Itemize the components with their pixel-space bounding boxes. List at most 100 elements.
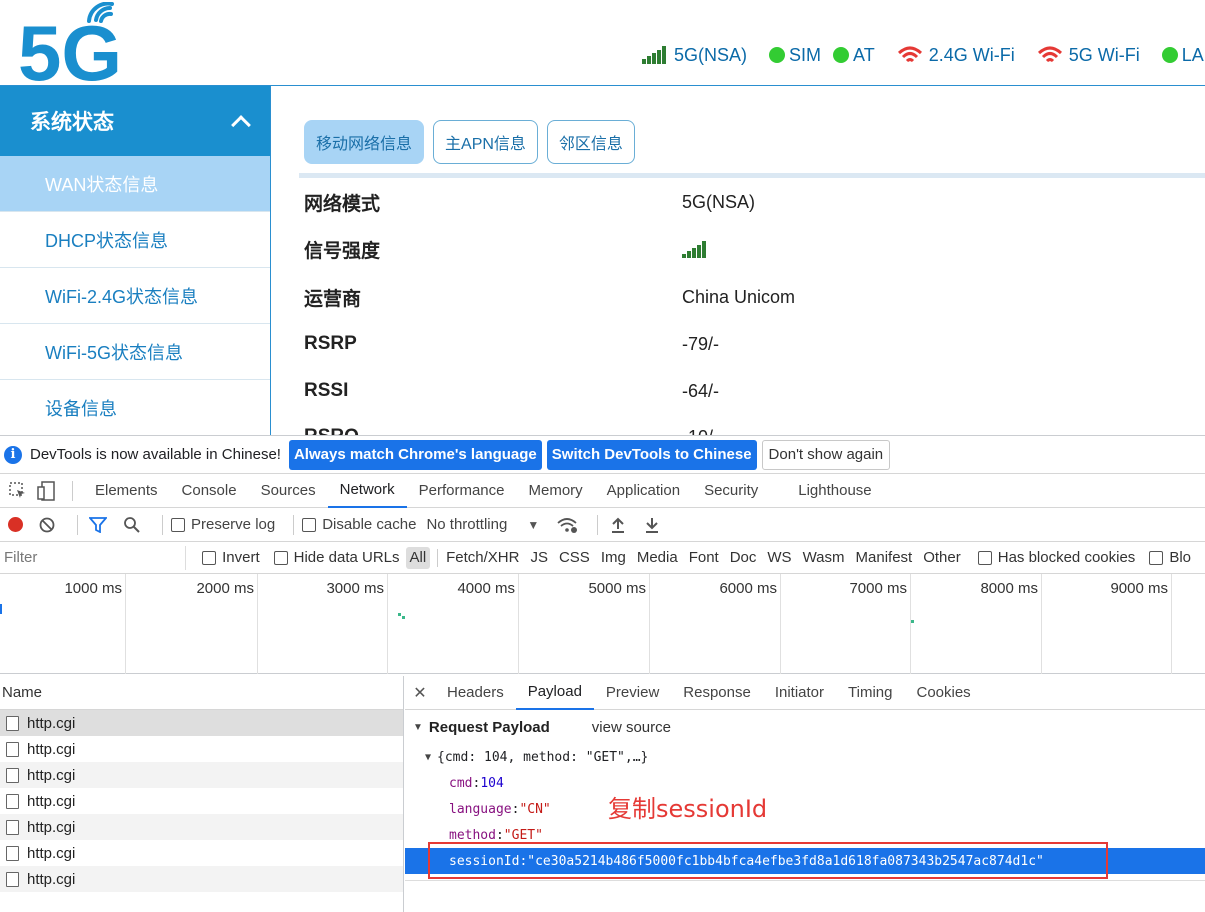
router-header: 5G 5G(NSA) SIM AT 2.4G Wi-Fi 5G Wi-Fi LA — [0, 0, 1205, 86]
filter-type-img[interactable]: Img — [597, 547, 630, 569]
payload-row-cmd[interactable]: cmd: 104 — [405, 770, 504, 796]
sidebar-item-wifi-5g-status[interactable]: WiFi-5G状态信息 — [0, 324, 270, 380]
filter-type-wasm[interactable]: Wasm — [799, 547, 849, 569]
request-name: http.cgi — [27, 870, 76, 888]
tab-main-apn-info[interactable]: 主APN信息 — [433, 120, 538, 164]
timeline-column: 2000 ms — [126, 574, 258, 674]
hide-data-urls-checkbox[interactable]: Hide data URLs — [273, 549, 400, 566]
expand-triangle-icon[interactable]: ▼ — [425, 752, 431, 763]
timeline-request-mark — [911, 620, 914, 623]
sidebar-item-wifi-24g-status[interactable]: WiFi-2.4G状态信息 — [0, 268, 270, 324]
tab-preview[interactable]: Preview — [594, 676, 671, 710]
tab-neighbor-cell-info[interactable]: 邻区信息 — [546, 120, 635, 164]
import-har-icon[interactable] — [606, 513, 630, 537]
router-page: 5G 5G(NSA) SIM AT 2.4G Wi-Fi 5G Wi-Fi LA… — [0, 0, 1205, 435]
filter-type-font[interactable]: Font — [685, 547, 723, 569]
filter-type-fetch-xhr[interactable]: Fetch/XHR — [442, 547, 523, 569]
sidebar-item-device-info[interactable]: 设备信息 — [0, 380, 270, 435]
tab-performance[interactable]: Performance — [407, 474, 517, 508]
chevron-up-icon[interactable] — [231, 115, 251, 135]
info-row-carrier: 运营商 China Unicom — [304, 282, 795, 312]
wifi-5g-status: 5G Wi-Fi — [1068, 44, 1140, 65]
timeline-column: 1000 ms — [0, 574, 126, 674]
divider — [162, 514, 163, 535]
tab-elements[interactable]: Elements — [83, 474, 170, 508]
request-row[interactable]: http.cgi — [0, 736, 403, 762]
search-icon[interactable] — [120, 513, 144, 537]
sidebar-item-dhcp-status[interactable]: DHCP状态信息 — [0, 212, 270, 268]
always-match-language-button[interactable]: Always match Chrome's language — [288, 439, 542, 470]
payload-row-language[interactable]: language: "CN" — [405, 796, 551, 822]
payload-object-summary[interactable]: ▼ {cmd: 104, method: "GET",…} — [405, 744, 648, 770]
payload-colon: : — [511, 801, 520, 817]
view-source-link[interactable]: view source — [592, 719, 671, 736]
tab-application[interactable]: Application — [595, 474, 692, 508]
tab-timing[interactable]: Timing — [836, 676, 904, 710]
request-payload-section[interactable]: ▼ Request Payload view source — [405, 710, 1205, 744]
timeline-tick: 4000 ms — [457, 580, 515, 597]
switch-to-chinese-button[interactable]: Switch DevTools to Chinese — [546, 439, 757, 470]
request-row[interactable]: http.cgi — [0, 814, 403, 840]
tab-payload[interactable]: Payload — [515, 676, 594, 710]
tab-initiator[interactable]: Initiator — [763, 676, 836, 710]
tab-network[interactable]: Network — [327, 474, 407, 508]
file-icon — [6, 819, 19, 835]
at-status: AT — [853, 44, 875, 65]
timeline-tick: 2000 ms — [196, 580, 254, 597]
device-toolbar-icon[interactable] — [36, 480, 56, 501]
tab-cookies[interactable]: Cookies — [904, 676, 982, 710]
network-conditions-icon[interactable] — [555, 513, 579, 537]
inspect-element-icon[interactable] — [8, 481, 28, 501]
tab-sources[interactable]: Sources — [249, 474, 328, 508]
clear-icon[interactable] — [35, 513, 59, 537]
tab-console[interactable]: Console — [170, 474, 249, 508]
filter-type-all[interactable]: All — [405, 546, 431, 569]
dont-show-again-button[interactable]: Don't show again — [761, 439, 891, 470]
filter-type-ws[interactable]: WS — [763, 547, 795, 569]
filter-type-manifest[interactable]: Manifest — [852, 547, 917, 569]
record-icon[interactable] — [8, 517, 23, 532]
tab-headers[interactable]: Headers — [435, 676, 516, 710]
filter-icon[interactable] — [86, 513, 110, 537]
filter-type-js[interactable]: JS — [526, 547, 552, 569]
tab-security[interactable]: Security — [692, 474, 770, 508]
request-detail-tabs: ✕ Headers Payload Preview Response Initi… — [405, 676, 1205, 710]
disable-cache-checkbox[interactable]: Disable cache — [302, 516, 416, 533]
has-blocked-cookies-checkbox[interactable]: Has blocked cookies — [977, 549, 1135, 566]
blocked-requests-checkbox[interactable]: Blo — [1149, 549, 1191, 566]
throttling-select[interactable]: No throttling ▼ — [426, 516, 555, 533]
request-row[interactable]: http.cgi — [0, 710, 403, 736]
timeline-column: 7000 ms — [781, 574, 911, 674]
filter-type-css[interactable]: CSS — [555, 547, 594, 569]
info-row-network-mode: 网络模式 5G(NSA) — [304, 187, 755, 217]
info-row-rsrq: RSRQ -10/- — [304, 422, 719, 435]
sidebar-section-system-status[interactable]: 系统状态 — [0, 86, 270, 156]
timeline-tick: 7000 ms — [849, 580, 907, 597]
filter-type-media[interactable]: Media — [633, 547, 682, 569]
request-row[interactable]: http.cgi — [0, 762, 403, 788]
dropdown-arrow-icon: ▼ — [527, 517, 540, 532]
invert-checkbox[interactable]: Invert — [202, 549, 260, 566]
tab-response[interactable]: Response — [671, 676, 763, 710]
infobar-message: DevTools is now available in Chinese! — [30, 446, 281, 463]
expand-triangle-icon[interactable]: ▼ — [413, 722, 423, 733]
request-row[interactable]: http.cgi — [0, 788, 403, 814]
network-overview-timeline[interactable]: 1000 ms 2000 ms 3000 ms 4000 ms 5000 ms … — [0, 574, 1205, 674]
request-row[interactable]: http.cgi — [0, 840, 403, 866]
tab-mobile-network-info[interactable]: 移动网络信息 — [304, 120, 425, 164]
export-har-icon[interactable] — [640, 513, 664, 537]
filter-type-other[interactable]: Other — [919, 547, 965, 569]
checkbox-icon — [1149, 550, 1164, 565]
request-list: Name http.cgi http.cgi http.cgi http.cgi… — [0, 676, 404, 912]
preserve-log-checkbox[interactable]: Preserve log — [171, 516, 275, 533]
sidebar-item-wan-status[interactable]: WAN状态信息 — [0, 156, 270, 212]
tab-lighthouse[interactable]: Lighthouse — [786, 474, 883, 508]
status-bar: 5G(NSA) SIM AT 2.4G Wi-Fi 5G Wi-Fi LA — [642, 42, 1205, 68]
file-icon — [6, 741, 19, 757]
request-list-header-name[interactable]: Name — [0, 676, 403, 710]
tab-memory[interactable]: Memory — [517, 474, 595, 508]
filter-input[interactable]: Filter — [0, 545, 187, 570]
request-row[interactable]: http.cgi — [0, 866, 403, 892]
close-icon[interactable]: ✕ — [405, 683, 435, 703]
filter-type-doc[interactable]: Doc — [726, 547, 761, 569]
